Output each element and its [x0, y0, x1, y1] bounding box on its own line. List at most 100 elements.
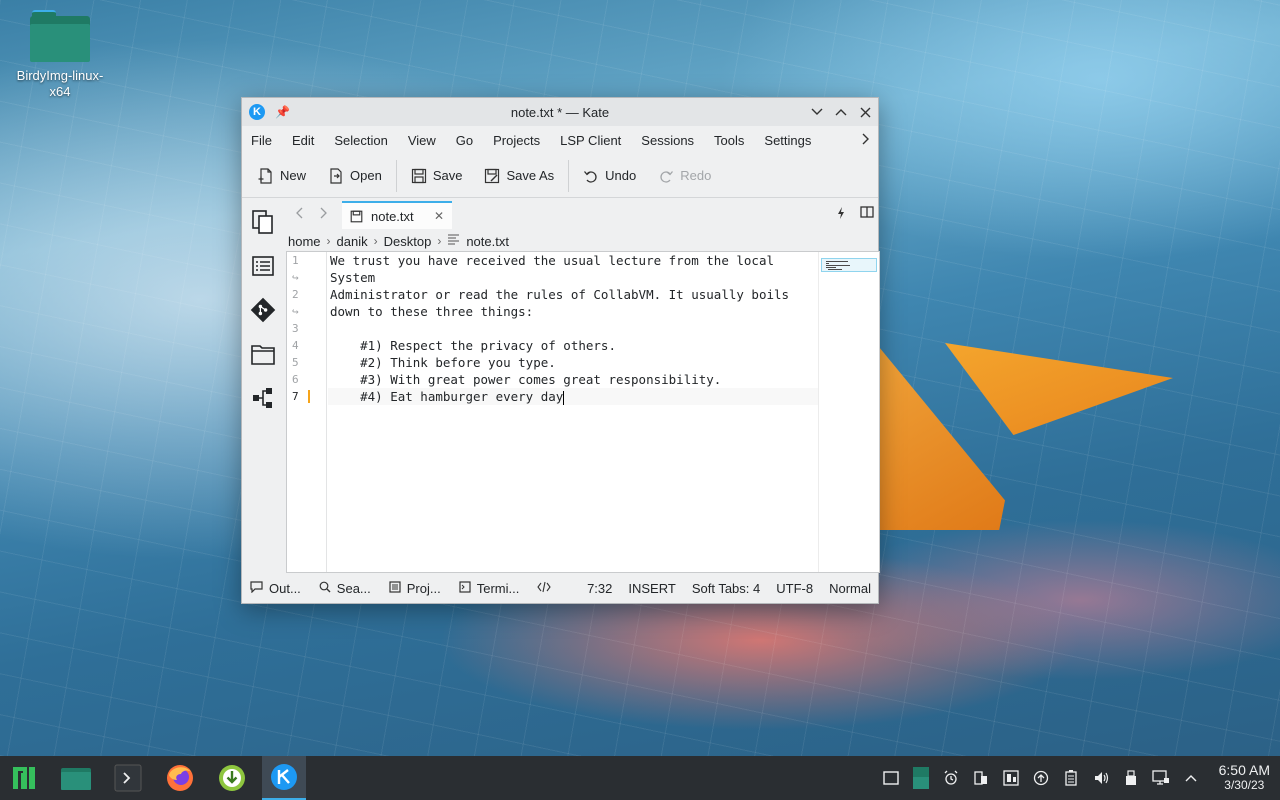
maximize-button[interactable]: [834, 105, 848, 119]
system-tray: 6:50 AM 3/30/23: [879, 763, 1270, 793]
text-line[interactable]: #1) Respect the privacy of others.: [328, 337, 818, 354]
save-button[interactable]: Save: [411, 168, 462, 184]
breadcrumb-chevron-icon: ›: [373, 234, 378, 248]
insert-mode[interactable]: INSERT: [628, 581, 675, 596]
minimize-button[interactable]: [810, 105, 824, 119]
taskbar-terminal[interactable]: [106, 756, 150, 800]
wrap-indicator: ↪: [292, 271, 299, 284]
project-tree-icon[interactable]: [250, 385, 276, 411]
text-line[interactable]: System: [328, 269, 818, 286]
window-title: note.txt * — Kate: [510, 104, 610, 120]
pin-icon[interactable]: 📌: [275, 105, 290, 119]
new-label: New: [280, 168, 307, 183]
text-file-icon: [447, 234, 460, 249]
menu-file[interactable]: File: [251, 133, 272, 148]
minimap[interactable]: [818, 252, 879, 572]
git-icon[interactable]: [250, 297, 276, 323]
quick-open-icon[interactable]: [836, 206, 846, 223]
clipboard-icon[interactable]: [969, 766, 993, 790]
status-bar: Out... Sea... Proj... Termi... 7:32 INSE…: [242, 574, 878, 603]
text-line[interactable]: #2) Think before you type.: [328, 354, 818, 371]
digital-clock[interactable]: 6:50 AM 3/30/23: [1219, 763, 1270, 793]
documents-icon[interactable]: [250, 209, 276, 235]
output-toolview-button[interactable]: Out...: [250, 581, 301, 596]
notifications-alarm-icon[interactable]: [939, 766, 963, 790]
menu-lsp-client[interactable]: LSP Client: [560, 133, 621, 148]
taskbar-download-manager[interactable]: [210, 756, 254, 800]
tray-expand-chevron-icon[interactable]: [1179, 766, 1203, 790]
indentation-setting[interactable]: Soft Tabs: 4: [692, 581, 760, 596]
open-document-icon: [330, 167, 342, 184]
menu-settings[interactable]: Settings: [764, 133, 811, 148]
usb-device-icon[interactable]: [1119, 766, 1143, 790]
new-button[interactable]: New: [258, 167, 307, 184]
show-desktop-icon[interactable]: [879, 766, 903, 790]
text-line-current[interactable]: #4) Eat hamburger every day: [328, 388, 818, 405]
tab-note-txt[interactable]: note.txt ✕: [342, 201, 452, 229]
menu-edit[interactable]: Edit: [292, 133, 314, 148]
filesystem-browser-icon[interactable]: [250, 341, 276, 367]
output-label: Out...: [269, 581, 301, 596]
cursor-position[interactable]: 7:32: [587, 581, 612, 596]
network-icon[interactable]: [1149, 766, 1173, 790]
clock-time: 6:50 AM: [1218, 762, 1270, 778]
battery-icon[interactable]: [1059, 766, 1083, 790]
text-content[interactable]: We trust you have received the usual lec…: [328, 252, 818, 572]
taskbar-firefox[interactable]: [158, 756, 202, 800]
text-line[interactable]: Administrator or read the rules of Colla…: [328, 286, 818, 303]
close-tab-icon[interactable]: ✕: [434, 209, 444, 223]
taskbar-kate[interactable]: [262, 756, 306, 800]
menu-view[interactable]: View: [408, 133, 436, 148]
workspace-pager-icon[interactable]: [909, 766, 933, 790]
menu-go[interactable]: Go: [456, 133, 473, 148]
application-launcher[interactable]: [2, 756, 46, 800]
disk-manager-icon[interactable]: [999, 766, 1023, 790]
volume-icon[interactable]: [1089, 766, 1113, 790]
line-number: 5: [292, 356, 299, 369]
redo-button[interactable]: Redo: [658, 168, 711, 184]
text-line[interactable]: down to these three things:: [328, 303, 818, 320]
menu-tools[interactable]: Tools: [714, 133, 744, 148]
save-as-button[interactable]: Save As: [484, 168, 554, 184]
breadcrumb-home[interactable]: home: [288, 234, 321, 249]
menu-projects[interactable]: Projects: [493, 133, 540, 148]
projects-toolview-button[interactable]: Proj...: [389, 581, 441, 596]
text-line[interactable]: #3) With great power comes great respons…: [328, 371, 818, 388]
close-button[interactable]: [858, 105, 872, 119]
updates-icon[interactable]: [1029, 766, 1053, 790]
symbols-list-icon[interactable]: [250, 253, 276, 279]
taskbar-file-manager[interactable]: [54, 756, 98, 800]
menu-sessions[interactable]: Sessions: [641, 133, 694, 148]
title-bar[interactable]: K 📌 note.txt * — Kate: [242, 98, 878, 126]
firefox-icon: [167, 765, 193, 791]
minimap-viewport[interactable]: [821, 258, 877, 272]
breadcrumb-file[interactable]: note.txt: [466, 234, 509, 249]
text-cursor: [563, 390, 565, 405]
desktop-icon-label: BirdyImg-linux-x64: [16, 68, 104, 99]
text-line[interactable]: [328, 320, 818, 337]
redo-label: Redo: [680, 168, 712, 183]
encoding[interactable]: UTF-8: [776, 581, 813, 596]
input-mode[interactable]: Normal: [829, 581, 871, 596]
terminal-toolview-button[interactable]: Termi...: [459, 581, 519, 596]
breadcrumb-danik[interactable]: danik: [337, 234, 368, 249]
split-view-icon[interactable]: [860, 206, 874, 223]
open-button[interactable]: Open: [328, 167, 382, 184]
terminal-icon: [459, 581, 471, 596]
line-number: 2: [292, 288, 299, 301]
menu-selection[interactable]: Selection: [334, 133, 387, 148]
code-toolview-button[interactable]: [537, 581, 552, 596]
back-arrow-icon[interactable]: [296, 206, 310, 222]
breadcrumb-desktop[interactable]: Desktop: [384, 234, 432, 249]
line-number-current: 7: [287, 388, 326, 405]
text-line[interactable]: We trust you have received the usual lec…: [328, 252, 818, 269]
text-editor[interactable]: 1 ↪ 2 ↪ 3 4 5 6 7 We trust you have rece…: [286, 251, 880, 573]
undo-label: Undo: [605, 168, 637, 183]
kate-app-icon[interactable]: K: [249, 104, 265, 120]
menu-bar: File Edit Selection View Go Projects LSP…: [242, 126, 878, 154]
forward-arrow-icon[interactable]: [320, 206, 334, 222]
desktop-folder-birdyimg[interactable]: BirdyImg-linux-x64: [8, 10, 112, 100]
undo-button[interactable]: Undo: [583, 168, 636, 184]
search-toolview-button[interactable]: Sea...: [319, 581, 371, 596]
menu-overflow-chevron-icon[interactable]: [862, 133, 870, 148]
